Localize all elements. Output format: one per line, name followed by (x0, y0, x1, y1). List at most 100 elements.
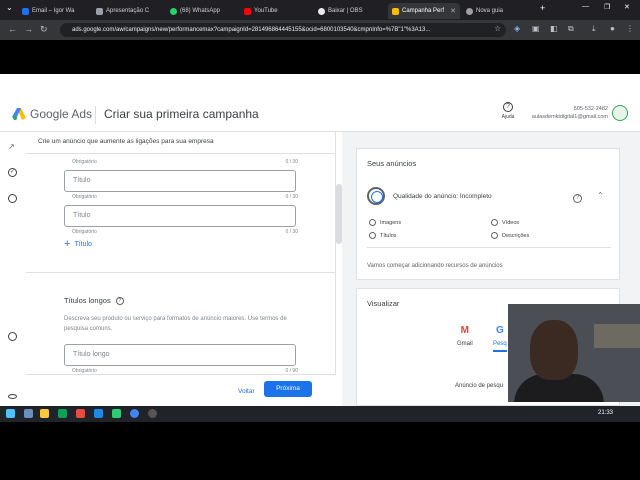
url-input[interactable]: ads.google.com/aw/campaigns/new/performa… (60, 23, 506, 37)
card-divider (367, 247, 611, 248)
back-button[interactable]: Voltar (236, 384, 257, 399)
google-ads-logo[interactable]: Google Ads (12, 107, 92, 121)
tab-label: Nova guia (476, 8, 504, 14)
placeholder-text: Título (73, 212, 91, 219)
empty-circle-icon (491, 232, 498, 239)
app-icon[interactable] (112, 409, 121, 418)
email-favicon-icon (22, 7, 29, 15)
empty-circle-icon (369, 219, 376, 226)
visualize-title: Visualizar (367, 299, 400, 308)
channel-label: Gmail (457, 341, 473, 347)
help-question-icon[interactable]: ? (115, 296, 124, 305)
title-input[interactable]: Título (64, 170, 296, 192)
browser-tab-strip: ⌄ Email – Igor Wa Apresentação C (68) Wh… (0, 0, 640, 20)
new-tab-icon[interactable]: + (540, 3, 545, 13)
ad-editor-panel: Crie um anúncio que aumente as ligações … (26, 132, 336, 406)
download-icon[interactable]: ⤓ (592, 24, 596, 34)
account-email: aulasdemktdigital1@gmail.com (531, 114, 608, 120)
placeholder-text: Título longo (73, 351, 110, 358)
ads-status-card: Seus anúncios Qualidade do anúncio: Inco… (356, 148, 620, 280)
hint-text: Obrigatório (72, 229, 97, 235)
account-phone: 505-532-2482 (573, 106, 608, 112)
checklist-label: Imagens (380, 219, 402, 226)
google-ads-header: Google Ads Criar sua primeira campanha ?… (0, 98, 640, 132)
tab-youtube[interactable]: YouTube (240, 3, 312, 19)
avatar[interactable] (612, 105, 628, 121)
title-input[interactable]: Título (64, 205, 296, 227)
step-pending-icon[interactable] (8, 394, 17, 399)
close-tab-icon[interactable]: ✕ (450, 7, 456, 15)
quality-ring-icon (367, 187, 385, 205)
empty-circle-icon (369, 232, 376, 239)
clock: 21:33 (598, 410, 614, 416)
reload-icon[interactable]: ↻ (40, 24, 48, 35)
extension-icon[interactable]: ▣ (532, 24, 540, 33)
back-icon[interactable]: ← (8, 24, 17, 34)
url-text: ads.google.com/aw/campaigns/new/performa… (72, 27, 431, 33)
step-complete-icon[interactable]: ✓ (8, 168, 17, 177)
hint-text: Obrigatório (72, 194, 97, 200)
tab-list-icon[interactable]: ⌄ (6, 3, 13, 12)
field-hint: Obrigatório 0 / 30 (72, 159, 298, 165)
trend-icon[interactable]: ↗ (8, 142, 17, 151)
add-title-button[interactable]: + Título (64, 239, 92, 250)
placeholder-text: Título (73, 177, 91, 184)
tab-label: Email – Igor Wa (32, 8, 75, 14)
tab-presentation[interactable]: Apresentação C (92, 3, 164, 19)
channel-search-tab[interactable]: G Pesq (493, 325, 507, 352)
extension-icon[interactable]: ◧ (550, 24, 558, 33)
char-counter: 0 / 30 (285, 194, 298, 200)
app-icon[interactable] (24, 409, 33, 418)
logo-text: Google Ads (30, 107, 93, 121)
webcam-shelf (594, 324, 640, 348)
channel-label: Pesq (493, 341, 507, 352)
field-hint: Obrigatório 0 / 30 (72, 229, 298, 235)
long-title-input[interactable]: Título longo (64, 344, 296, 366)
app-icon[interactable] (76, 409, 85, 418)
long-titles-heading: Títulos longos? (64, 296, 124, 305)
tab-email[interactable]: Email – Igor Wa (18, 3, 90, 19)
obs-favicon-icon (318, 7, 325, 15)
extension-icon[interactable]: ◈ (514, 24, 520, 33)
profile-icon[interactable]: ● (610, 24, 615, 33)
close-window-icon[interactable]: ✕ (624, 3, 630, 11)
app-icon[interactable] (94, 409, 103, 418)
tab-obs[interactable]: Baixar | OBS (314, 3, 386, 19)
maximize-icon[interactable]: ❐ (604, 3, 610, 11)
char-counter: 0 / 30 (285, 159, 298, 165)
menu-kebab-icon[interactable]: ⋮ (626, 24, 634, 33)
help-question-icon[interactable]: ? (573, 194, 582, 203)
address-bar-row: ← → ↻ ads.google.com/aw/campaigns/new/pe… (0, 20, 640, 40)
minimize-icon[interactable]: — (582, 3, 589, 10)
add-title-label: Título (74, 240, 92, 248)
header-divider (95, 106, 96, 124)
forward-icon[interactable]: → (24, 24, 33, 34)
tab-new[interactable]: Nova guia (462, 3, 534, 19)
account-info[interactable]: 505-532-2482 aulasdemktdigital1@gmail.co… (520, 105, 608, 121)
tab-campaign[interactable]: Campanha Perf ✕ (388, 3, 460, 19)
checklist-item: Imagens (369, 219, 401, 226)
tab-label: Baixar | OBS (328, 8, 363, 14)
puzzle-icon[interactable]: ⧉ (568, 24, 574, 34)
step-pending-icon[interactable] (8, 332, 17, 341)
next-button[interactable]: Próxima (264, 381, 312, 397)
app-icon[interactable] (58, 409, 67, 418)
start-icon[interactable] (6, 409, 15, 418)
tab-label: Apresentação C (106, 8, 150, 14)
step-current-icon[interactable] (8, 194, 17, 203)
google-search-icon: G (495, 325, 504, 336)
tab-whatsapp[interactable]: (68) WhatsApp (166, 3, 238, 19)
folder-icon[interactable] (40, 409, 49, 418)
webcam-person-head (530, 320, 578, 380)
chrome-icon[interactable] (130, 409, 139, 418)
youtube-favicon-icon (244, 7, 251, 15)
field-hint: Obrigatório 0 / 30 (72, 194, 298, 200)
bookmark-star-icon[interactable]: ☆ (494, 24, 501, 33)
channel-gmail-tab[interactable]: M Gmail (457, 325, 473, 347)
webcam-overlay (508, 304, 640, 402)
collapse-chevron-icon[interactable]: ⌃ (597, 191, 604, 200)
checklist-item: Vídeos (491, 219, 519, 226)
section-heading: Títulos longos (64, 296, 111, 305)
help-button[interactable]: ? Ajuda (498, 102, 518, 120)
obs-icon[interactable] (148, 409, 157, 418)
